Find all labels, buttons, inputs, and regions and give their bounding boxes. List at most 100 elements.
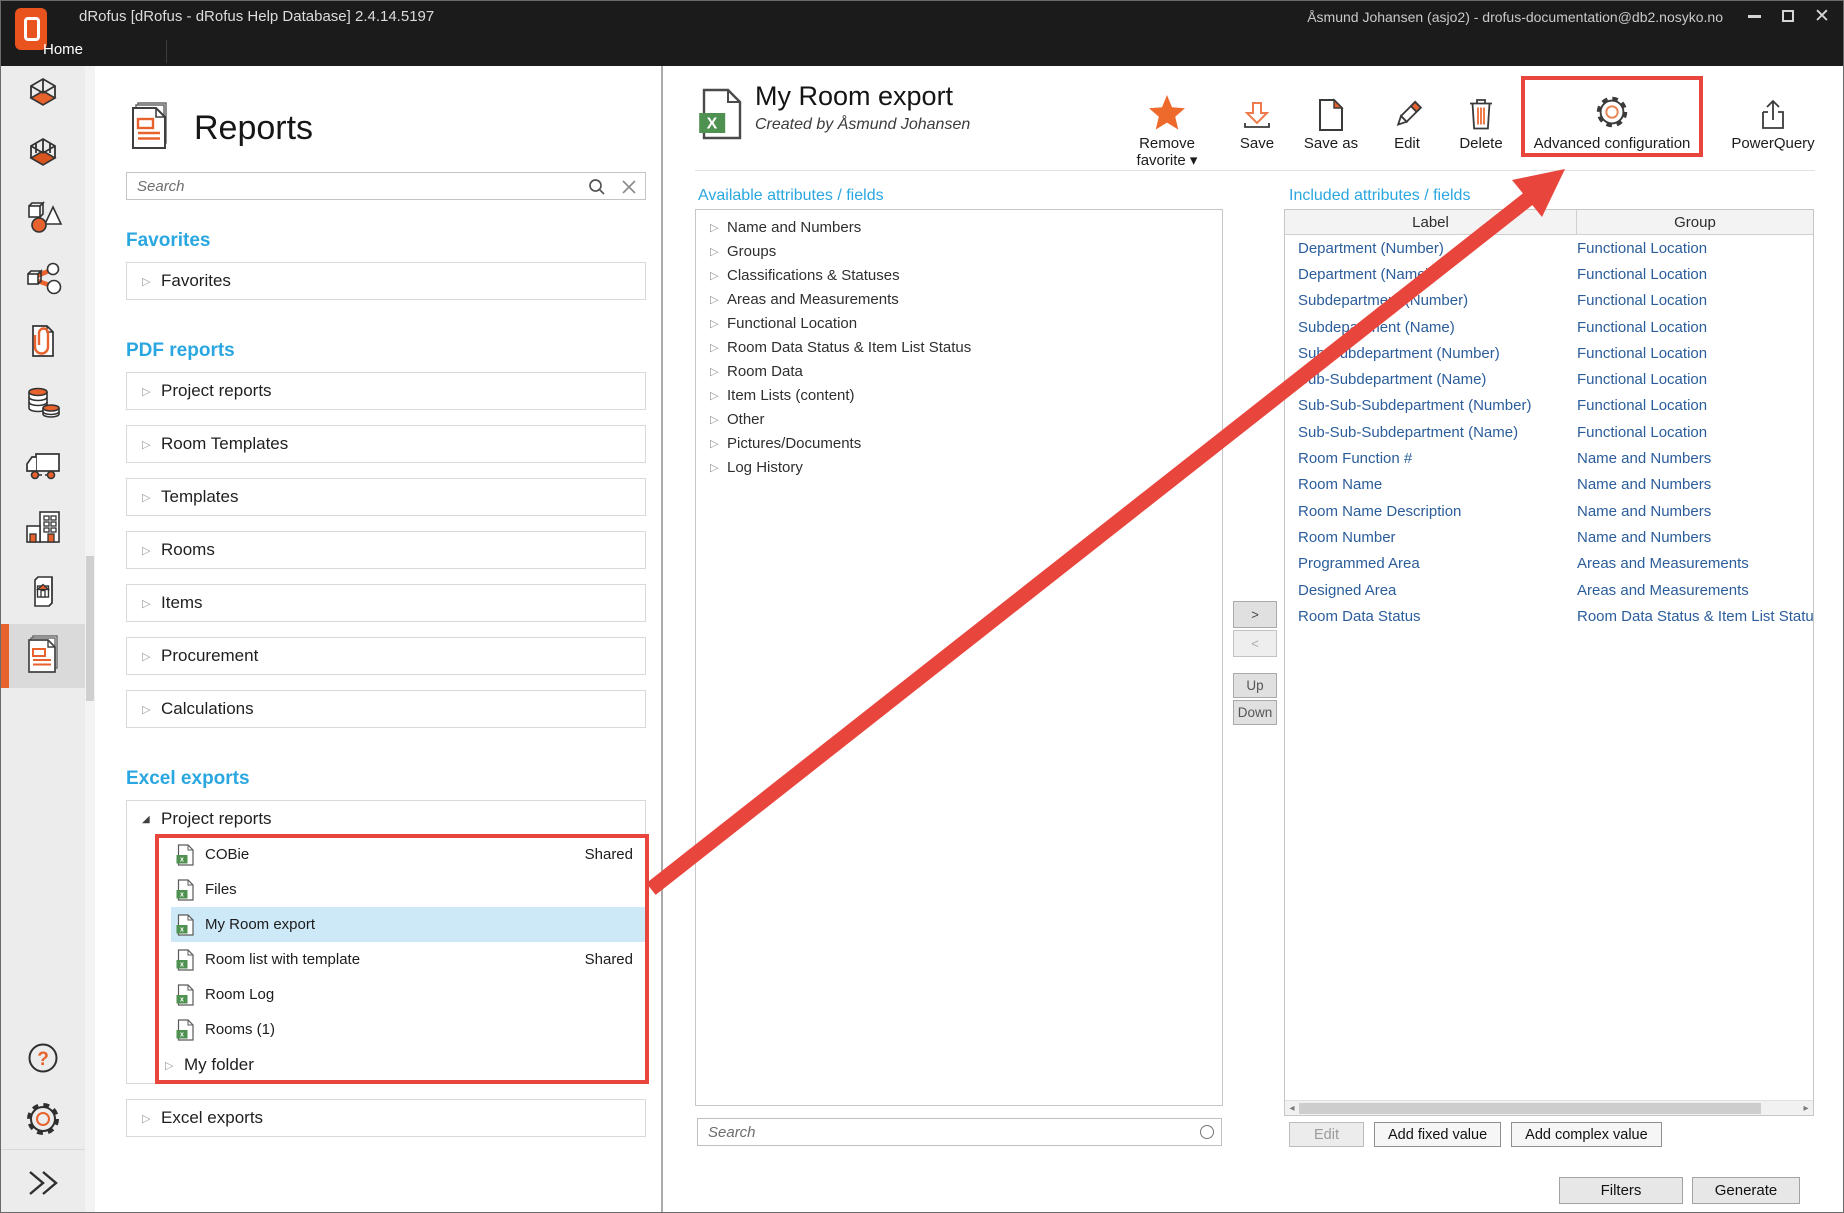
table-row[interactable]: Sub-Sub-Subdepartment (Number)Functional… [1285, 393, 1813, 419]
move-down-button[interactable]: Down [1233, 700, 1277, 725]
tree-item-areas-and-measurements[interactable]: ▷Areas and Measurements [696, 287, 1222, 311]
delete-button[interactable]: Delete [1445, 90, 1517, 152]
minimize-button[interactable] [1737, 1, 1771, 31]
caret-collapsed-icon[interactable]: ▷ [710, 341, 727, 354]
reports-search-input[interactable] [127, 173, 645, 199]
report-folder-templates[interactable]: ▷Templates [127, 479, 645, 515]
table-row[interactable]: Department (Name)Functional Location [1285, 261, 1813, 287]
menu-home[interactable]: Home [43, 41, 83, 58]
table-row[interactable]: Subdepartment (Number)Functional Locatio… [1285, 288, 1813, 314]
save-as-button[interactable]: Save as [1291, 90, 1371, 152]
report-folder-project-reports[interactable]: ▷Project reports [127, 373, 645, 409]
rail-item-help[interactable]: ? [1, 1029, 85, 1087]
report-folder-items[interactable]: ▷Items [127, 585, 645, 621]
add-fixed-value-button[interactable]: Add fixed value [1374, 1122, 1501, 1147]
move-right-button[interactable]: > [1233, 601, 1277, 628]
caret-collapsed-icon[interactable]: ▷ [710, 245, 727, 258]
report-item-room-list-with-template[interactable]: xRoom list with templateShared [171, 942, 645, 977]
report-folder-room-templates[interactable]: ▷Room Templates [127, 426, 645, 462]
report-folder-my-folder[interactable]: ▷My folder [127, 1047, 645, 1083]
close-button[interactable]: ✕ [1805, 1, 1839, 31]
column-header-label[interactable]: Label [1285, 210, 1577, 234]
report-folder-calculations[interactable]: ▷Calculations [127, 691, 645, 727]
remove-favorite-button[interactable]: Removefavorite ▾ [1125, 90, 1209, 169]
table-row[interactable]: Room NameName and Numbers [1285, 472, 1813, 498]
report-item-cobie[interactable]: xCOBieShared [171, 837, 645, 872]
tree-item-room-data-status-item-list-status[interactable]: ▷Room Data Status & Item List Status [696, 335, 1222, 359]
add-complex-value-button[interactable]: Add complex value [1511, 1122, 1662, 1147]
caret-collapsed-icon[interactable]: ▷ [142, 1112, 161, 1125]
caret-collapsed-icon[interactable]: ▷ [142, 703, 161, 716]
tree-item-name-and-numbers[interactable]: ▷Name and Numbers [696, 215, 1222, 239]
scroll-left-icon[interactable]: ◂ [1285, 1101, 1299, 1115]
rail-item-expand[interactable] [1, 1154, 85, 1212]
rail-item-room-function[interactable] [1, 126, 85, 184]
table-row[interactable]: Department (Number)Functional Location [1285, 235, 1813, 261]
caret-collapsed-icon[interactable]: ▷ [710, 221, 727, 234]
filters-button[interactable]: Filters [1559, 1177, 1683, 1204]
edit-value-button[interactable]: Edit [1289, 1122, 1364, 1147]
table-row[interactable]: Sub-Subdepartment (Name)Functional Locat… [1285, 366, 1813, 392]
caret-collapsed-icon[interactable]: ▷ [710, 269, 727, 282]
rail-item-buildings[interactable] [1, 498, 85, 556]
tree-item-log-history[interactable]: ▷Log History [696, 455, 1222, 479]
column-header-group[interactable]: Group [1577, 210, 1813, 234]
caret-collapsed-icon[interactable]: ▷ [142, 491, 161, 504]
rail-item-classification[interactable] [1, 188, 85, 246]
rail-item-items[interactable] [1, 250, 85, 308]
rail-item-settings[interactable] [1, 1090, 85, 1148]
tree-item-groups[interactable]: ▷Groups [696, 239, 1222, 263]
table-row[interactable]: Sub-Sub-Subdepartment (Name)Functional L… [1285, 419, 1813, 445]
maximize-button[interactable] [1771, 1, 1805, 31]
caret-collapsed-icon[interactable]: ▷ [710, 389, 727, 402]
table-row[interactable]: Subdepartment (Name)Functional Location [1285, 314, 1813, 340]
edit-button[interactable]: Edit [1375, 90, 1439, 152]
table-row[interactable]: Room Data StatusRoom Data Status & Item … [1285, 603, 1813, 629]
report-folder-project-reports[interactable]: ◢Project reports [127, 801, 645, 837]
save-button[interactable]: Save [1227, 90, 1287, 152]
caret-collapsed-icon[interactable]: ▷ [142, 650, 161, 663]
scrollbar-thumb[interactable] [1299, 1103, 1761, 1114]
reports-panel-scrollbar[interactable] [85, 66, 95, 1212]
rail-item-database[interactable] [1, 374, 85, 432]
advanced-configuration-button[interactable]: Advanced configuration [1515, 90, 1709, 152]
generate-button[interactable]: Generate [1692, 1177, 1800, 1204]
report-item-my-room-export[interactable]: xMy Room export [171, 907, 645, 942]
rail-item-attachments[interactable] [1, 312, 85, 370]
move-left-button[interactable]: < [1233, 630, 1277, 657]
caret-collapsed-icon[interactable]: ▷ [710, 437, 727, 450]
report-folder-excel-exports[interactable]: ▷Excel exports [127, 1100, 645, 1136]
tree-item-item-lists-content-[interactable]: ▷Item Lists (content) [696, 383, 1222, 407]
rail-item-reports[interactable] [1, 624, 85, 688]
caret-collapsed-icon[interactable]: ▷ [142, 438, 161, 451]
tree-item-functional-location[interactable]: ▷Functional Location [696, 311, 1222, 335]
horizontal-scrollbar[interactable]: ◂ ▸ [1285, 1100, 1813, 1115]
tree-item-classifications-statuses[interactable]: ▷Classifications & Statuses [696, 263, 1222, 287]
caret-expanded-icon[interactable]: ◢ [142, 814, 161, 825]
caret-collapsed-icon[interactable]: ▷ [710, 461, 727, 474]
report-folder-rooms[interactable]: ▷Rooms [127, 532, 645, 568]
report-item-room-log[interactable]: xRoom Log [171, 977, 645, 1012]
caret-collapsed-icon[interactable]: ▷ [165, 1059, 184, 1072]
table-row[interactable]: Room Name DescriptionName and Numbers [1285, 498, 1813, 524]
caret-collapsed-icon[interactable]: ▷ [710, 293, 727, 306]
available-search-input[interactable] [698, 1119, 1221, 1145]
tree-item-pictures-documents[interactable]: ▷Pictures/Documents [696, 431, 1222, 455]
tree-item-other[interactable]: ▷Other [696, 407, 1222, 431]
rail-item-logistics[interactable] [1, 436, 85, 494]
tree-item-room-data[interactable]: ▷Room Data [696, 359, 1222, 383]
clear-search-icon[interactable] [621, 179, 637, 195]
table-row[interactable]: Room NumberName and Numbers [1285, 524, 1813, 550]
table-row[interactable]: Programmed AreaAreas and Measurements [1285, 551, 1813, 577]
caret-collapsed-icon[interactable]: ▷ [142, 385, 161, 398]
caret-collapsed-icon[interactable]: ▷ [710, 317, 727, 330]
rail-item-rooms[interactable] [1, 66, 85, 124]
rail-item-handbook[interactable] [1, 564, 85, 622]
table-row[interactable]: Sub-Subdepartment (Number)Functional Loc… [1285, 340, 1813, 366]
report-item-files[interactable]: xFiles [171, 872, 645, 907]
report-item-rooms-1-[interactable]: xRooms (1) [171, 1012, 645, 1047]
scroll-right-icon[interactable]: ▸ [1799, 1101, 1813, 1115]
caret-collapsed-icon[interactable]: ▷ [710, 365, 727, 378]
report-folder-procurement[interactable]: ▷Procurement [127, 638, 645, 674]
powerquery-button[interactable]: PowerQuery [1716, 90, 1830, 152]
